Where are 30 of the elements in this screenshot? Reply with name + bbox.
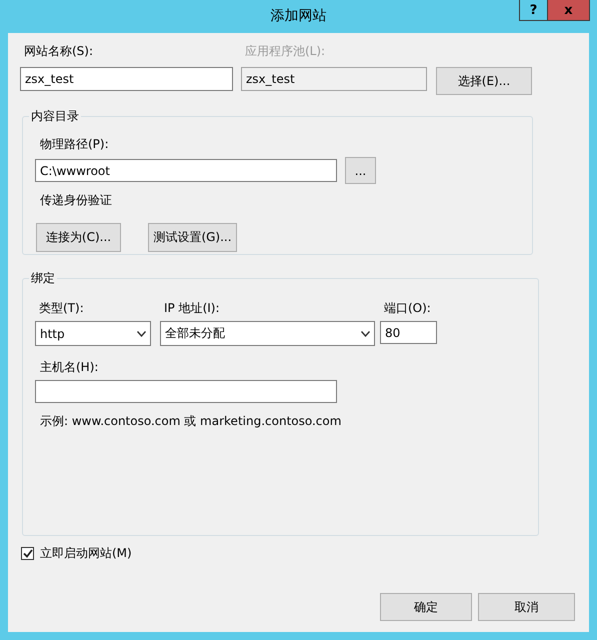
connect-as-button[interactable]: 连接为(C)... (36, 223, 121, 252)
window-title: 添加网站 (270, 7, 326, 25)
checkbox[interactable] (21, 547, 34, 560)
section-label: 传递身份验证 (39, 192, 113, 208)
app-pool-field: zsx_test (241, 67, 427, 91)
type-dropdown[interactable]: http (35, 321, 151, 346)
host-name-field[interactable] (35, 380, 337, 403)
ip-address-dropdown[interactable]: 全部未分配 (160, 321, 375, 346)
field-label: 网站名称(S): (23, 43, 94, 59)
field-label: 类型(T): (38, 300, 85, 316)
close-button[interactable]: x (548, 0, 590, 21)
cancel-button[interactable]: 取消 (478, 593, 575, 621)
field-label: 端口(O): (383, 300, 432, 316)
field-label: IP 地址(I): (163, 300, 221, 316)
group-title: 绑定 (31, 271, 55, 285)
example-text: 示例: www.contoso.com 或 marketing.contoso.com (39, 413, 342, 429)
chevron-down-icon (361, 330, 370, 336)
chevron-down-icon (137, 330, 146, 336)
checkbox-label: 立即启动网站(M) (40, 545, 132, 562)
ok-button[interactable]: 确定 (380, 593, 472, 621)
site-name-field[interactable]: zsx_test (20, 67, 233, 91)
browse-button[interactable]: ... (345, 157, 376, 184)
group-title: 内容目录 (31, 109, 79, 123)
test-settings-button[interactable]: 测试设置(G)... (148, 223, 237, 252)
field-label: 主机名(H): (39, 359, 100, 375)
field-label: 物理路径(P): (39, 136, 110, 152)
port-field[interactable]: 80 (380, 321, 437, 344)
help-button[interactable]: ? (519, 0, 548, 21)
path-field[interactable]: C:\wwwroot (35, 159, 337, 182)
field-label: 应用程序池(L): (244, 43, 326, 59)
